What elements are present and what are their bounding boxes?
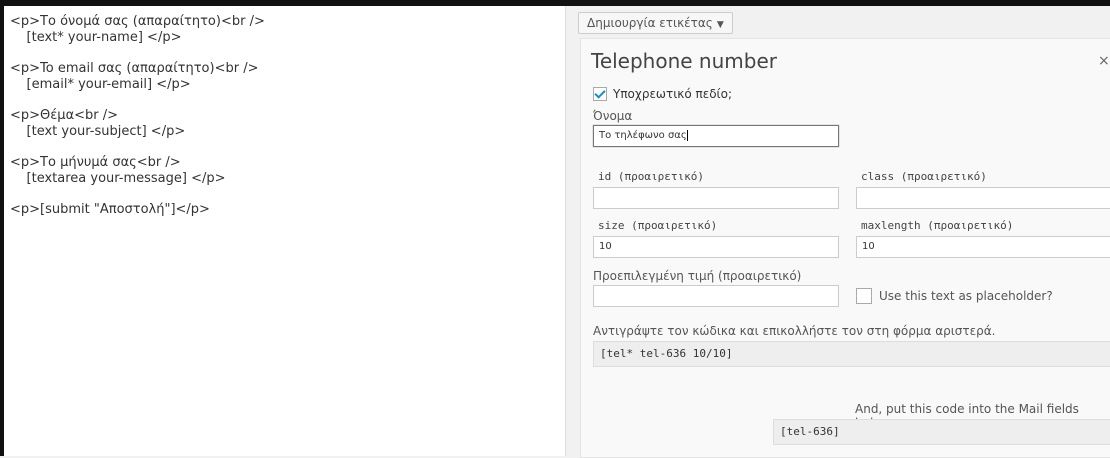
code-line: [email* your-email] </p> bbox=[10, 77, 191, 92]
form-tag-code[interactable]: [tel* tel-636 10/10] bbox=[593, 341, 1110, 367]
editor-content: <p>Το όνομά σας (απαραίτητο)<br /> [text… bbox=[10, 14, 565, 218]
maxlength-input-value: 10 bbox=[862, 241, 875, 252]
mail-tag-code[interactable]: [tel-636] bbox=[773, 419, 1110, 445]
placeholder-label: Use this text as placeholder? bbox=[879, 289, 1053, 303]
code-line: <p>[submit "Αποστολή"]</p> bbox=[10, 202, 210, 217]
size-input-value: 10 bbox=[599, 241, 612, 252]
code-line: [textarea your-message] </p> bbox=[10, 171, 226, 186]
size-label: size (προαιρετικό) bbox=[598, 219, 718, 232]
class-label: class (προαιρετικό) bbox=[861, 170, 987, 183]
code-line: <p>Το όνομά σας (απαραίτητο)<br /> bbox=[10, 14, 265, 29]
tag-generator-panel: Δημιουργία ετικέτας ▼ Telephone number × … bbox=[566, 6, 1110, 458]
name-label: Όνομα bbox=[593, 109, 633, 123]
id-input[interactable] bbox=[593, 187, 839, 209]
maxlength-input[interactable]: 10 bbox=[856, 236, 1110, 258]
required-checkbox[interactable] bbox=[593, 87, 607, 101]
name-input-value: Το τηλέφωνο σας bbox=[599, 130, 687, 141]
code-block: <p>[submit "Αποστολή"]</p> bbox=[10, 202, 565, 218]
required-field-row: Υποχρεωτικό πεδίο; bbox=[593, 87, 732, 101]
code-line: [text your-subject] </p> bbox=[10, 124, 186, 139]
generate-tag-label: Δημιουργία ετικέτας bbox=[587, 16, 713, 30]
code-block: <p>Θέμα<br /> [text your-subject] </p> bbox=[10, 108, 565, 140]
telephone-tag-dialog: Telephone number × Υποχρεωτικό πεδίο; Όν… bbox=[580, 38, 1110, 458]
maxlength-label: maxlength (προαιρετικό) bbox=[861, 219, 1014, 232]
generate-tag-button[interactable]: Δημιουργία ετικέτας ▼ bbox=[578, 12, 733, 34]
code-line: <p>To email σας (απαραίτητο)<br /> bbox=[10, 61, 259, 76]
copy-instruction: Αντιγράψτε τον κώδικα και επικολλήστε το… bbox=[593, 324, 996, 338]
default-value-label: Προεπιλεγμένη τιμή (προαιρετικό) bbox=[593, 269, 802, 283]
close-icon[interactable]: × bbox=[1098, 53, 1110, 69]
name-input[interactable]: Το τηλέφωνο σας bbox=[593, 125, 839, 147]
text-cursor bbox=[686, 129, 688, 141]
dialog-title: Telephone number bbox=[591, 49, 777, 73]
required-label: Υποχρεωτικό πεδίο; bbox=[613, 87, 732, 101]
screen: <p>Το όνομά σας (απαραίτητο)<br /> [text… bbox=[0, 0, 1110, 458]
code-block: <p>Το όνομά σας (απαραίτητο)<br /> [text… bbox=[10, 14, 565, 46]
placeholder-checkbox[interactable] bbox=[856, 288, 872, 304]
id-label: id (προαιρετικό) bbox=[598, 170, 704, 183]
form-editor-textarea[interactable]: <p>Το όνομά σας (απαραίτητο)<br /> [text… bbox=[4, 6, 566, 456]
code-line: [text* your-name] </p> bbox=[10, 30, 182, 45]
class-input[interactable] bbox=[856, 187, 1110, 209]
code-block: <p>Το μήνυμά σας<br /> [textarea your-me… bbox=[10, 155, 565, 187]
default-value-input[interactable] bbox=[593, 285, 839, 307]
code-block: <p>To email σας (απαραίτητο)<br /> [emai… bbox=[10, 61, 565, 93]
code-line: <p>Θέμα<br /> bbox=[10, 108, 119, 123]
code-line: <p>Το μήνυμά σας<br /> bbox=[10, 155, 181, 170]
size-input[interactable]: 10 bbox=[593, 236, 839, 258]
chevron-down-icon: ▼ bbox=[716, 20, 724, 30]
